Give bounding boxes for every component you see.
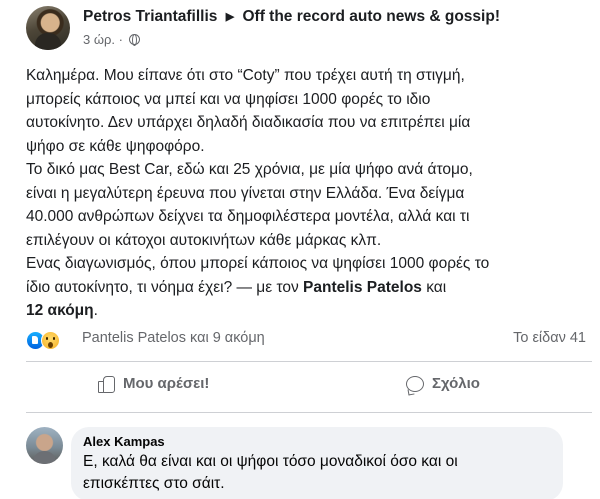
reactions-bar: Pantelis Patelos και 9 ακόμη Το είδαν 41 bbox=[26, 330, 592, 352]
meta-separator: · bbox=[118, 32, 123, 47]
post-line: επιλέγουν οι κάτοχοι αυτοκινήτων κάθε μά… bbox=[26, 231, 382, 249]
post-line: 40.000 ανθρώπων δείχνει τα δημοφιλέστερα… bbox=[26, 208, 470, 225]
comment-bubble: Alex Kampas Ε, καλά θα είναι και οι ψήφο… bbox=[71, 427, 563, 499]
post-line: ίδιο αυτοκίνητο, τι νόημα έχει? bbox=[26, 278, 233, 296]
post-line: μπορείς κάποιος να μπεί και να ψηφίσει 1… bbox=[26, 90, 431, 108]
comment: Alex Kampas Ε, καλά θα είναι και οι ψήφο… bbox=[26, 427, 592, 499]
comment-icon bbox=[406, 375, 424, 392]
post-line: αυτοκίνητο. Δεν υπάρχει δηλαδή διαδικασί… bbox=[26, 114, 471, 131]
post-line-with-tags: ίδιο αυτοκίνητο, τι νόημα έχει? — με τον… bbox=[26, 276, 594, 300]
commenter-avatar[interactable] bbox=[26, 427, 63, 464]
comment-button-label: Σχόλιο bbox=[432, 375, 480, 392]
post-line: Καλημέρα. Μου είπανε ότι στο “Coty” που … bbox=[26, 67, 465, 84]
wow-reaction-icon bbox=[41, 331, 60, 350]
author-name[interactable]: Petros Triantafillis bbox=[83, 8, 217, 25]
tagged-person-link[interactable]: Pantelis Patelos bbox=[303, 279, 422, 296]
divider bbox=[26, 361, 592, 362]
post-line: ψήφο σε κάθε ψηφοφόρο. bbox=[26, 137, 205, 155]
globe-icon bbox=[128, 34, 140, 46]
action-bar: Μου αρέσει! Σχόλιο bbox=[26, 369, 592, 405]
post-line-tags-end: 12 ακόμη. bbox=[26, 299, 594, 323]
post-line: είναι η μεγαλύτερη έρευνα που γίνεται στ… bbox=[26, 184, 465, 202]
post-text: Καλημέρα. Μου είπανε ότι στο “Coty” που … bbox=[26, 64, 594, 323]
divider bbox=[26, 412, 592, 413]
tagged-others-link[interactable]: 12 ακόμη bbox=[26, 302, 94, 319]
thumbs-up-icon bbox=[98, 375, 115, 393]
comment-line: επισκέπτες στο σάιτ. bbox=[83, 475, 225, 492]
comment-text: Ε, καλά θα είναι και οι ψήφοι τόσο μοναδ… bbox=[83, 451, 551, 495]
reaction-icons[interactable] bbox=[26, 331, 66, 351]
reaction-names-link[interactable]: Pantelis Patelos και 9 ακόμη bbox=[82, 330, 265, 346]
comment-line: Ε, καλά θα είναι και οι ψήφοι τόσο μοναδ… bbox=[83, 453, 458, 470]
tag-end: . bbox=[93, 302, 98, 319]
tag-prefix: — με τον bbox=[236, 278, 299, 296]
arrow-right-icon: ▶ bbox=[225, 11, 235, 23]
comment-button[interactable]: Σχόλιο bbox=[406, 375, 480, 392]
post-line: Το δικό μας Best Car, εδώ και 25 χρόνια,… bbox=[26, 161, 473, 178]
group-name[interactable]: Off the record auto news & gossip! bbox=[242, 8, 500, 25]
post-header: Petros Triantafillis ▶ Off the record au… bbox=[26, 6, 596, 56]
post-meta: 3 ώρ. · bbox=[83, 32, 140, 47]
tag-and: και bbox=[426, 278, 447, 296]
commenter-name[interactable]: Alex Kampas bbox=[83, 434, 551, 449]
seen-count-link[interactable]: Το είδαν 41 bbox=[513, 330, 586, 346]
author-avatar[interactable] bbox=[26, 6, 70, 50]
like-button-label: Μου αρέσει! bbox=[123, 375, 210, 392]
author-line: Petros Triantafillis ▶ Off the record au… bbox=[83, 8, 500, 26]
post-line: Ενας διαγωνισμός, όπου μπορεί κάποιος να… bbox=[26, 255, 490, 272]
like-button[interactable]: Μου αρέσει! bbox=[98, 375, 210, 393]
post-time[interactable]: 3 ώρ. bbox=[83, 32, 115, 47]
